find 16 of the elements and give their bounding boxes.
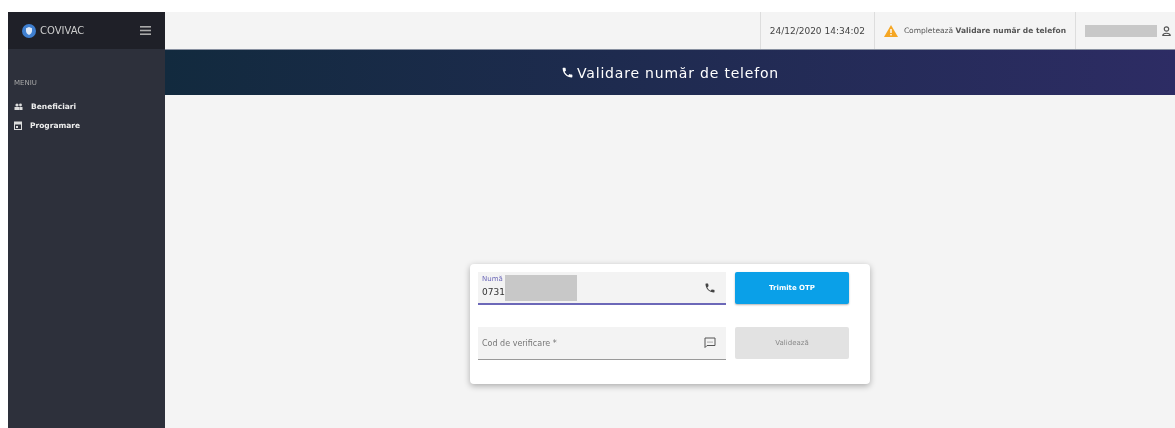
message-icon — [704, 337, 716, 349]
phone-icon — [561, 66, 575, 79]
date-time: 24/12/2020 14:34:02 — [759, 12, 874, 49]
brand-name: COVIVAC — [40, 25, 86, 36]
field-value: 0731 — [482, 286, 505, 297]
page-title: Validare număr de telefon — [577, 64, 779, 81]
warning-icon — [883, 24, 898, 37]
people-icon — [14, 103, 23, 110]
field-placeholder: Cod de verificare * — [482, 338, 558, 348]
shield-logo-icon — [22, 23, 36, 38]
calendar-icon — [14, 121, 22, 130]
input-field[interactable]: Cod de verificare * — [478, 327, 726, 360]
phone-icon — [704, 281, 716, 294]
user-icon[interactable] — [1162, 25, 1171, 36]
menu-icon[interactable] — [140, 26, 151, 35]
redacted-block — [1085, 24, 1157, 37]
